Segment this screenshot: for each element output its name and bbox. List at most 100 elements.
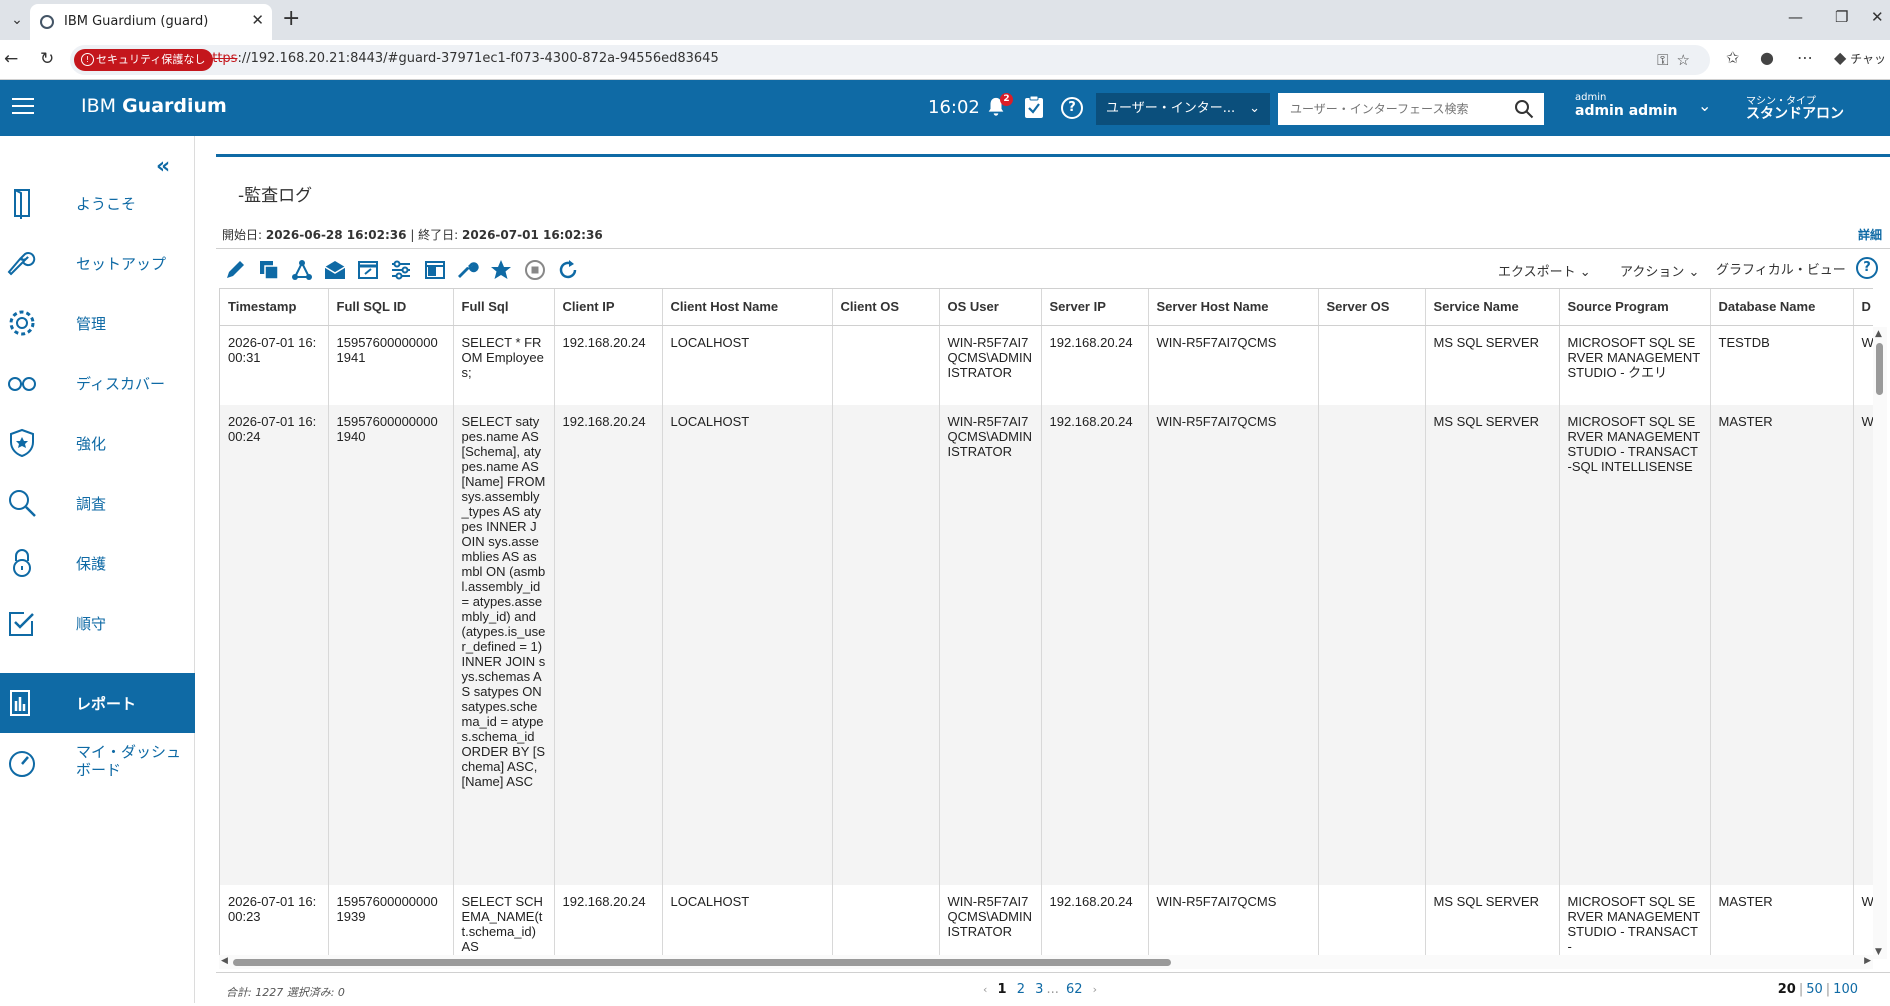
cell-client-ip: 192.168.20.24 (554, 405, 663, 885)
scroll-thumb[interactable] (233, 959, 1171, 966)
new-tab-icon[interactable]: + (282, 6, 300, 31)
sidebar-item-discover[interactable]: ディスカバー (0, 353, 195, 413)
cell-full-sql-id: 159576000000001941 (328, 325, 454, 405)
page-size-option[interactable]: 100 (1833, 982, 1858, 997)
detail-link[interactable]: 詳細 (1858, 226, 1882, 243)
mail-icon[interactable] (324, 259, 346, 281)
user-chevron-icon[interactable]: ⌄ (1698, 96, 1711, 115)
sidebar-item-welcome[interactable]: ようこそ (0, 173, 195, 233)
page-size-option[interactable]: 50 (1806, 982, 1823, 997)
vertical-scrollbar[interactable]: ▲ ▼ (1873, 327, 1887, 959)
minimize-icon[interactable]: — (1788, 8, 1803, 26)
scroll-up-icon[interactable]: ▲ (1875, 329, 1882, 339)
sidebar-item-my-dashboard[interactable]: マイ・ダッシュ ボード (0, 733, 195, 793)
window-icon[interactable] (357, 259, 379, 281)
sidebar-item-setup[interactable]: セットアップ (0, 233, 195, 293)
page-link[interactable]: 62 (1066, 982, 1083, 997)
column-header[interactable]: Server IP (1041, 289, 1149, 326)
scroll-right-icon[interactable]: ▶ (1864, 956, 1871, 966)
scroll-down-icon[interactable]: ▼ (1875, 947, 1882, 957)
clipboard-icon[interactable] (1024, 95, 1044, 119)
table-row[interactable]: 2026-07-01 16:00:31 159576000000001941 S… (220, 325, 1873, 405)
copilot-icon[interactable]: ◆ (1834, 48, 1846, 67)
column-header[interactable]: Client IP (554, 289, 663, 326)
table-row[interactable]: 2026-07-01 16:00:24 159576000000001940 S… (220, 405, 1873, 885)
reload-icon[interactable]: ↻ (40, 49, 54, 69)
stop-icon[interactable] (524, 259, 546, 281)
copy-icon[interactable] (258, 259, 280, 281)
sidebar-item-admin[interactable]: 管理 (0, 293, 195, 353)
sidebar-item-comply[interactable]: 順守 (0, 593, 195, 653)
page-link[interactable]: 1 (998, 982, 1007, 997)
cell-source-program: MICROSOFT SQL SERVER MANAGEMENT STUDIO -… (1559, 325, 1711, 405)
restore-icon[interactable]: ❐ (1835, 8, 1848, 26)
pencil-icon[interactable] (224, 259, 246, 281)
key-star-icons[interactable]: ⚿☆ (1657, 51, 1698, 69)
window-close-icon[interactable]: ✕ (1871, 8, 1884, 26)
column-header[interactable]: Timestamp (220, 289, 329, 326)
column-header[interactable]: Server OS (1318, 289, 1426, 326)
action-dropdown[interactable]: アクション ⌄ (1620, 261, 1699, 280)
column-header[interactable]: Service Name (1425, 289, 1560, 326)
user-menu[interactable]: admin admin (1575, 103, 1678, 119)
user-label: admin (1575, 92, 1607, 103)
page-size-option[interactable]: 20 (1778, 982, 1796, 997)
columns-icon[interactable] (424, 259, 446, 281)
refresh-icon[interactable] (557, 259, 579, 281)
copilot-label[interactable]: チャッ (1850, 50, 1886, 67)
sidebar-item-investigate[interactable]: 調査 (0, 473, 195, 533)
column-header[interactable]: Database Name (1710, 289, 1854, 326)
security-badge[interactable]: セキュリティ保護なし (74, 49, 214, 71)
column-header[interactable]: Full Sql (453, 289, 555, 326)
prev-page-icon[interactable]: ‹ (983, 983, 987, 996)
browser-tab[interactable]: IBM Guardium (guard) ✕ (30, 4, 272, 40)
export-dropdown[interactable]: エクスポート ⌄ (1498, 261, 1591, 280)
sidebar-item-reports[interactable]: レポート (0, 673, 195, 733)
column-header[interactable]: Full SQL ID (328, 289, 454, 326)
cell-database-name: MASTER (1710, 405, 1854, 885)
sliders-icon[interactable] (390, 259, 412, 281)
menu-icon[interactable] (12, 98, 34, 116)
page-link[interactable]: 2 (1017, 982, 1025, 997)
sidebar-item-label-line2: ボード (76, 761, 122, 779)
profile-icon[interactable]: ● (1760, 48, 1774, 67)
wrench-tool-icon[interactable] (457, 259, 479, 281)
glasses-icon (8, 377, 36, 391)
pagination: ‹ 1 2 3... 62 › (980, 982, 1100, 997)
help-icon[interactable]: ? (1061, 97, 1083, 119)
search-icon[interactable] (1514, 99, 1534, 119)
cell-server-host: WIN-R5F7AI7QCMS (1148, 885, 1319, 965)
ui-selector-dropdown[interactable]: ユーザー・インター... ⌄ (1096, 93, 1270, 125)
column-header[interactable]: Client OS (832, 289, 940, 326)
tab-list-chevron-icon[interactable]: ⌄ (6, 9, 28, 31)
column-header[interactable]: Server Host Name (1148, 289, 1319, 326)
column-header[interactable]: Client Host Name (662, 289, 833, 326)
scroll-thumb[interactable] (1876, 343, 1883, 395)
column-header[interactable]: D (1853, 289, 1873, 326)
sidebar-item-label: 強化 (76, 435, 107, 453)
sidebar-item-label: 保護 (76, 555, 107, 573)
table-row[interactable]: 2026-07-01 16:00:23 159576000000001939 S… (220, 885, 1873, 965)
help-icon[interactable]: ? (1856, 257, 1878, 279)
sidebar-item-harden[interactable]: 強化 (0, 413, 195, 473)
ui-search-input[interactable] (1278, 93, 1498, 125)
column-header[interactable]: OS User (939, 289, 1042, 326)
tab-title: IBM Guardium (guard) (64, 14, 209, 29)
scroll-left-icon[interactable]: ◀ (221, 956, 228, 966)
cell-d: W R M (1853, 885, 1873, 965)
page-link[interactable]: 3 (1035, 982, 1043, 997)
favorites-icon[interactable]: ✩ (1726, 48, 1739, 67)
network-icon[interactable] (291, 259, 313, 281)
horizontal-scrollbar[interactable]: ◀ ▶ (219, 955, 1873, 969)
column-header[interactable]: Source Program (1559, 289, 1711, 326)
close-icon[interactable]: ✕ (251, 11, 264, 29)
next-page-icon[interactable]: › (1093, 983, 1097, 996)
report-panel: -監査ログ 開始日: 2026-06-28 16:02:36 | 終了日: 20… (216, 154, 1890, 1006)
sidebar-item-protect[interactable]: 保護 (0, 533, 195, 593)
url-bar[interactable]: セキュリティ保護なし https://192.168.20.21:8443/#g… (70, 45, 1710, 75)
graphical-view-button[interactable]: グラフィカル・ビュー (1716, 259, 1846, 278)
back-icon[interactable]: ← (4, 49, 18, 69)
total-count: 合計: 1227 選択済み: 0 (226, 986, 345, 999)
more-icon[interactable]: ⋯ (1797, 48, 1813, 67)
star-icon[interactable] (490, 259, 512, 281)
